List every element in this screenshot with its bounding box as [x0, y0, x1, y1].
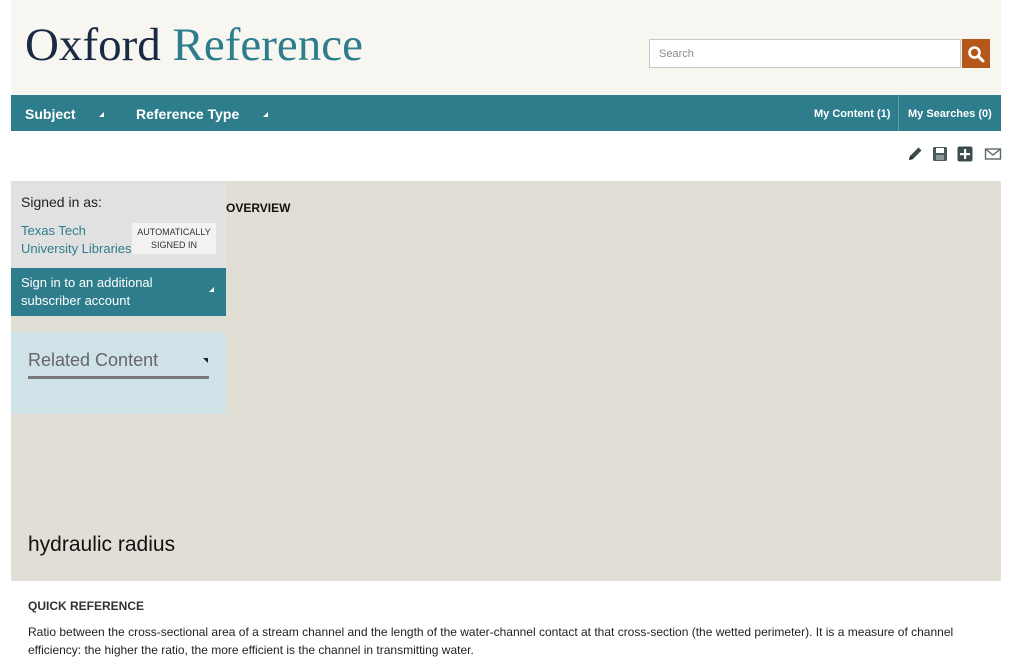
site-logo[interactable]: Oxford Reference: [25, 17, 363, 73]
auto-signed-in-badge: AUTOMATICALLY SIGNED IN: [132, 223, 216, 254]
subject-dropdown-icon: [99, 112, 104, 117]
nav-my-content[interactable]: My Content (1): [814, 95, 890, 131]
main-nav: Subject Reference Type My Content (1) My…: [11, 95, 1001, 131]
subscriber-dropdown-icon: [209, 287, 214, 292]
site-header: Oxford Reference: [11, 0, 1001, 95]
reference-type-dropdown-icon: [263, 112, 268, 117]
my-content-label: My Content (1): [814, 108, 891, 120]
logo-word-reference: Reference: [172, 19, 363, 71]
search-button[interactable]: [962, 39, 990, 68]
search-box: [649, 39, 990, 68]
my-searches-label: My Searches (0): [908, 108, 992, 120]
nav-subject[interactable]: Subject: [25, 95, 76, 131]
additional-subscriber-label: Sign in to an additional subscriber acco…: [21, 275, 153, 308]
email-icon[interactable]: [984, 145, 1002, 163]
signed-in-panel: Signed in as: Texas Tech University Libr…: [11, 181, 226, 268]
nav-my-searches[interactable]: My Searches (0): [908, 95, 992, 131]
quick-reference-heading: QUICK REFERENCE: [28, 599, 145, 613]
logo-word-oxford: Oxford: [25, 19, 161, 71]
nav-reference-type-label: Reference Type: [136, 106, 240, 122]
quick-reference-text: Ratio between the cross-sectional area o…: [28, 625, 954, 657]
related-content-arrow-icon: [203, 358, 208, 363]
entry-title: hydraulic radius: [28, 533, 176, 556]
overview-label: OVERVIEW: [226, 201, 291, 215]
pencil-icon[interactable]: [906, 145, 924, 163]
related-content-panel: Related Content: [11, 332, 226, 414]
magnifier-icon: [968, 45, 985, 62]
nav-subject-label: Subject: [25, 106, 76, 122]
signed-in-label: Signed in as:: [21, 194, 102, 210]
plus-icon[interactable]: [956, 145, 974, 163]
related-content-toggle[interactable]: Related Content: [28, 350, 209, 379]
main-content: Signed in as: Texas Tech University Libr…: [11, 181, 1001, 581]
additional-subscriber-button[interactable]: Sign in to an additional subscriber acco…: [11, 268, 226, 316]
save-icon[interactable]: [931, 145, 949, 163]
nav-reference-type[interactable]: Reference Type: [136, 95, 239, 131]
nav-divider: [898, 95, 899, 131]
institution-link[interactable]: Texas Tech University Libraries: [21, 222, 133, 258]
search-input[interactable]: [649, 39, 961, 68]
